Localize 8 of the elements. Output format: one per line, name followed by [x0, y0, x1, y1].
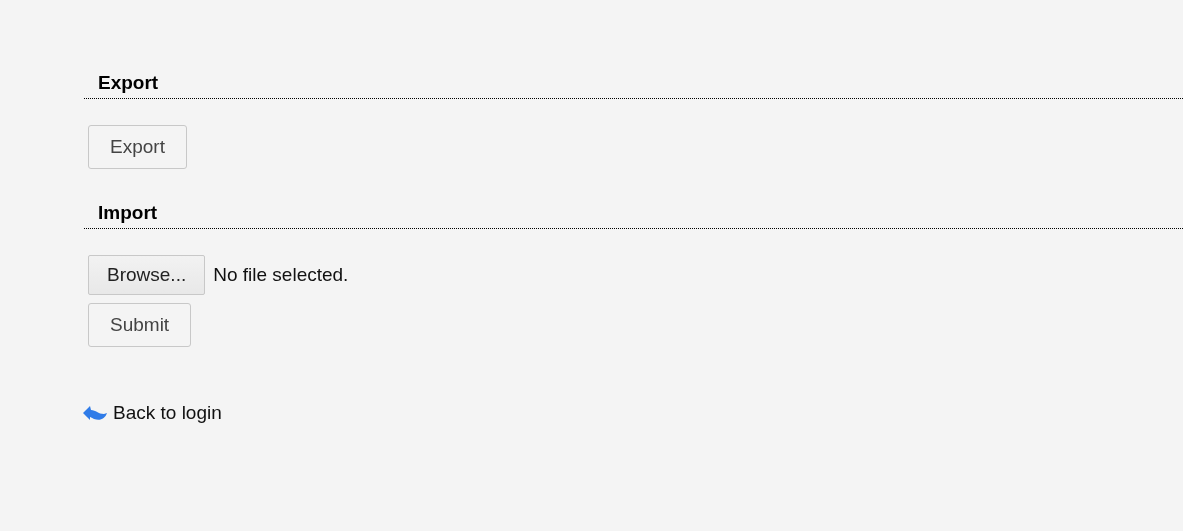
section-heading: Import [98, 202, 158, 223]
submit-button[interactable]: Submit [88, 303, 192, 347]
browse-button[interactable]: Browse... [88, 255, 206, 295]
file-status: No file selected. [213, 264, 349, 286]
back-link[interactable]: Back to login [113, 402, 222, 424]
export-button[interactable]: Export [88, 125, 187, 169]
section-heading: Export [98, 72, 159, 93]
back-arrow-icon [82, 404, 108, 422]
